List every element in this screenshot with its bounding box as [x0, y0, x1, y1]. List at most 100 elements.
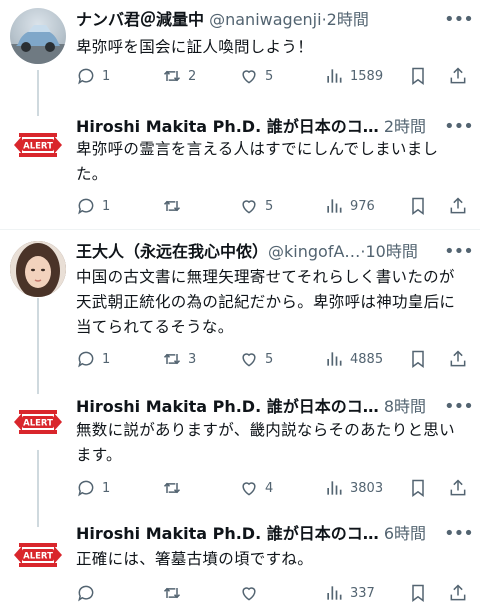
user-handle[interactable]: @kingofA…: [268, 242, 360, 261]
views-icon: [327, 586, 342, 600]
bookmark-icon: [412, 479, 424, 497]
display-name[interactable]: Hiroshi Makita Ph.D. 誰が日本のコ…: [76, 397, 379, 416]
views-count: 3803: [350, 480, 384, 496]
retweet-icon: [163, 200, 181, 212]
alert-logo: ALERT: [14, 543, 62, 567]
views-icon: [327, 199, 342, 213]
avatar[interactable]: ALERT: [10, 117, 66, 173]
timestamp[interactable]: 2時間: [384, 117, 426, 136]
views-button[interactable]: 337: [324, 581, 375, 605]
tweet-header: Hiroshi Makita Ph.D. 誰が日本のコ… 8時間: [76, 395, 470, 419]
like-button[interactable]: 5: [239, 194, 273, 218]
retweet-count: 2: [188, 68, 197, 84]
display-name[interactable]: Hiroshi Makita Ph.D. 誰が日本のコ…: [76, 524, 379, 543]
action-bar: 337: [76, 581, 468, 605]
like-count: 5: [265, 68, 274, 84]
reply-button[interactable]: 1: [76, 347, 110, 371]
display-name[interactable]: 王大人（永远在我心中侬）: [76, 242, 268, 261]
like-button[interactable]: 5: [239, 347, 273, 371]
like-count: 5: [265, 351, 274, 367]
views-button[interactable]: 976: [324, 194, 375, 218]
share-button[interactable]: [448, 194, 468, 218]
share-button[interactable]: [448, 476, 468, 500]
timestamp[interactable]: 6時間: [384, 524, 426, 543]
share-button[interactable]: [448, 581, 468, 605]
share-button[interactable]: [448, 347, 468, 371]
reply-button[interactable]: [76, 581, 102, 605]
tweet-header: Hiroshi Makita Ph.D. 誰が日本のコ… 6時間: [76, 522, 470, 546]
bookmark-button[interactable]: [408, 476, 428, 500]
display-name[interactable]: Hiroshi Makita Ph.D. 誰が日本のコ…: [76, 117, 379, 136]
tweet-text: 中国の古文書に無理矢理寄せてそれらしく書いたのが天武朝正統化の為の記紀だから。卑…: [76, 268, 456, 336]
like-icon: [242, 70, 256, 84]
reply-count: 1: [102, 68, 111, 84]
more-icon[interactable]: •••: [444, 395, 474, 419]
share-icon: [450, 350, 466, 367]
tweet[interactable]: ALERT Hiroshi Makita Ph.D. 誰が日本のコ… 6時間 •…: [0, 515, 480, 614]
like-icon: [242, 482, 256, 496]
reply-button[interactable]: 1: [76, 476, 110, 500]
reply-button[interactable]: 1: [76, 64, 110, 88]
like-button[interactable]: 5: [239, 64, 273, 88]
bookmark-icon: [412, 584, 424, 602]
action-bar: 1 4 3803: [76, 476, 468, 500]
tweet-header: 王大人（永远在我心中侬）@kingofA…·10時間: [76, 242, 418, 261]
display-name[interactable]: ナンバ君＠減量中: [76, 10, 204, 29]
timestamp[interactable]: 8時間: [384, 397, 426, 416]
like-icon: [242, 200, 256, 214]
retweet-icon: [163, 482, 181, 494]
tweet[interactable]: ナンバ君＠減量中 @naniwagenji·2時間 ••• 卑弥呼を国会に証人喚…: [0, 0, 480, 115]
more-icon[interactable]: •••: [444, 115, 474, 139]
views-icon: [327, 352, 342, 366]
reply-count: 1: [102, 480, 111, 496]
retweet-button[interactable]: 3: [162, 347, 196, 371]
tweet[interactable]: 王大人（永远在我心中侬）@kingofA…·10時間 ••• 中国の古文書に無理…: [0, 230, 480, 390]
retweet-count: 3: [188, 351, 197, 367]
timestamp[interactable]: 2時間: [327, 10, 369, 29]
bookmark-button[interactable]: [408, 194, 428, 218]
bookmark-button[interactable]: [408, 64, 428, 88]
tweet[interactable]: ALERT Hiroshi Makita Ph.D. 誰が日本のコ… 2時間 •…: [0, 115, 480, 229]
like-button[interactable]: [239, 581, 265, 605]
share-button[interactable]: [448, 64, 468, 88]
user-handle[interactable]: @naniwagenji: [209, 10, 321, 29]
views-button[interactable]: 1589: [324, 64, 383, 88]
reply-count: 1: [102, 198, 111, 214]
views-count: 337: [350, 585, 375, 601]
svg-text:ALERT: ALERT: [23, 142, 53, 152]
views-button[interactable]: 4885: [324, 347, 383, 371]
bookmark-button[interactable]: [408, 581, 428, 605]
avatar[interactable]: ALERT: [10, 527, 66, 583]
reply-button[interactable]: 1: [76, 194, 110, 218]
like-button[interactable]: 4: [239, 476, 273, 500]
retweet-button[interactable]: [162, 476, 188, 500]
reply-icon: [78, 198, 94, 215]
action-bar: 1 3 5 4885: [76, 347, 468, 371]
avatar[interactable]: [10, 241, 66, 297]
retweet-button[interactable]: [162, 581, 188, 605]
reply-icon: [78, 68, 94, 85]
bookmark-button[interactable]: [408, 347, 428, 371]
tweet[interactable]: ALERT Hiroshi Makita Ph.D. 誰が日本のコ… 8時間 •…: [0, 390, 480, 515]
timestamp[interactable]: 10時間: [365, 242, 417, 261]
views-button[interactable]: 3803: [324, 476, 383, 500]
alert-logo: ALERT: [14, 410, 62, 434]
views-count: 1589: [350, 68, 384, 84]
share-icon: [450, 584, 466, 601]
bookmark-icon: [412, 350, 424, 368]
retweet-button[interactable]: 2: [162, 64, 196, 88]
avatar[interactable]: ALERT: [10, 394, 66, 450]
reply-icon: [78, 351, 94, 368]
svg-text:ALERT: ALERT: [23, 419, 53, 429]
share-icon: [450, 479, 466, 496]
car-image: [10, 25, 66, 64]
avatar[interactable]: [10, 8, 66, 64]
more-icon[interactable]: •••: [444, 8, 474, 32]
like-icon: [242, 353, 256, 367]
alert-logo: ALERT: [14, 133, 62, 157]
retweet-button[interactable]: [162, 194, 188, 218]
retweet-icon: [163, 353, 181, 365]
more-icon[interactable]: •••: [444, 240, 474, 264]
more-icon[interactable]: •••: [444, 522, 474, 546]
tweet-header: ナンバ君＠減量中 @naniwagenji·2時間: [76, 10, 369, 29]
